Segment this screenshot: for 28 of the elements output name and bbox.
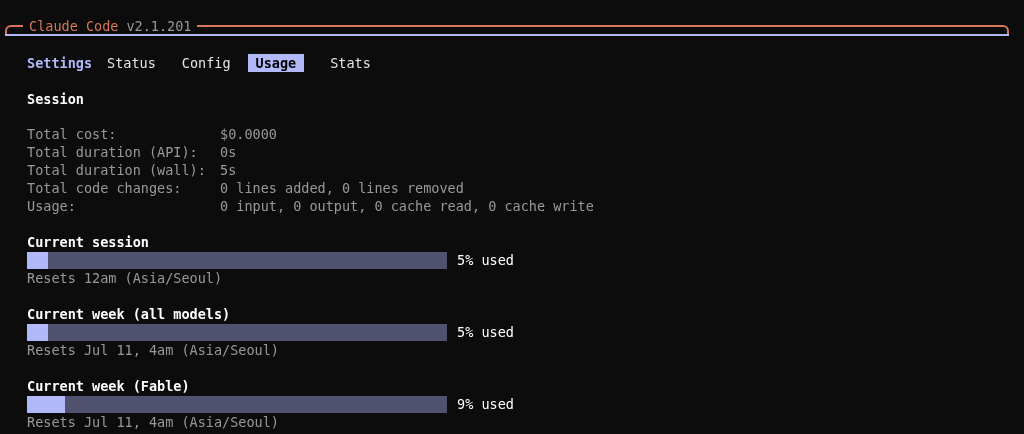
limit-title: Current week (all models): [27, 305, 232, 323]
tab[interactable]: Usage: [247, 54, 305, 72]
usage-reading: 9% used: [457, 395, 514, 413]
reset-time: Resets 12am (Asia/Seoul): [27, 269, 224, 287]
stat-label: Total cost:: [27, 125, 118, 143]
settings-heading: Settings: [27, 54, 93, 72]
window-title: Claude Code: [29, 18, 119, 34]
limit-title: Current session: [27, 233, 150, 251]
stat-value: 0 lines added, 0 lines removed: [220, 179, 464, 197]
usage-reading: 5% used: [457, 251, 514, 269]
tab[interactable]: Config: [173, 54, 239, 72]
stat-label: Usage:: [27, 197, 77, 215]
stat-label: Total duration (wall):: [27, 161, 207, 179]
stat-value: 5s: [220, 161, 237, 179]
limit-title: Current week (Fable): [27, 377, 191, 395]
tab[interactable]: Status: [99, 54, 164, 72]
version-label: v2.1.201: [126, 18, 192, 34]
reset-time: Resets Jul 11, 4am (Asia/Seoul): [27, 341, 280, 359]
reset-time: Resets Jul 11, 4am (Asia/Seoul): [27, 413, 280, 431]
tab[interactable]: Stats: [322, 54, 379, 72]
stat-label: Total duration (API):: [27, 143, 199, 161]
stat-value: 0s: [220, 143, 237, 161]
usage-reading: 5% used: [457, 323, 514, 341]
stat-label: Total code changes:: [27, 179, 183, 197]
section-title: Session: [27, 90, 85, 108]
stat-value: $0.0000: [220, 125, 277, 143]
frame-border: [5, 25, 23, 34]
stat-value: 0 input, 0 output, 0 cache read, 0 cache write: [220, 197, 594, 215]
